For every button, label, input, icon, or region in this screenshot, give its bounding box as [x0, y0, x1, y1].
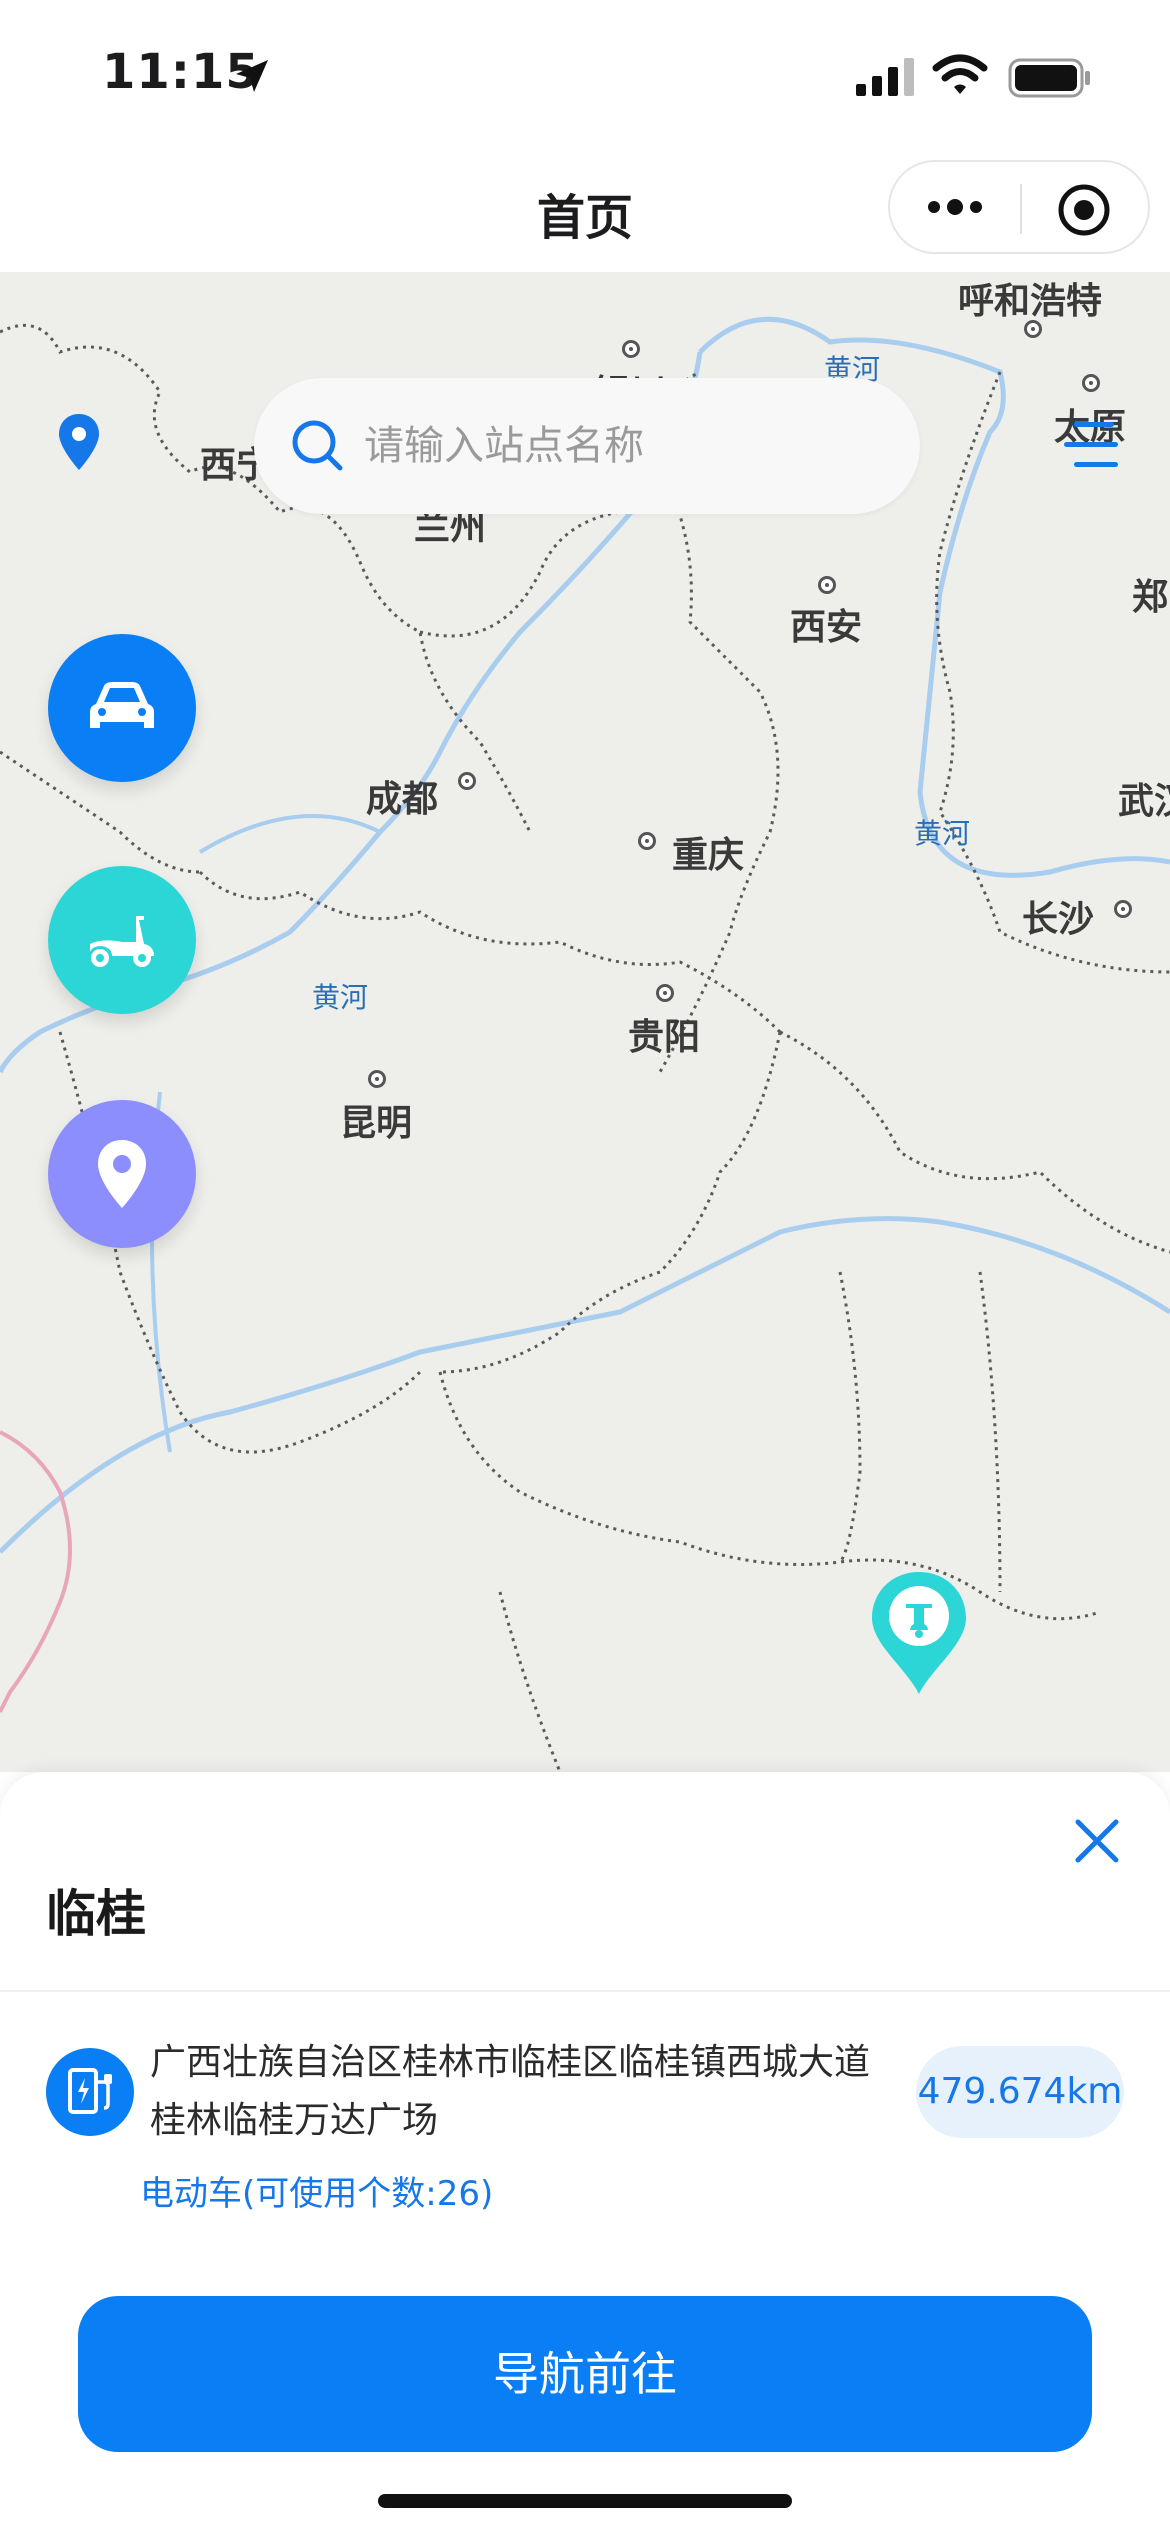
more-icon[interactable] [924, 182, 986, 232]
sheet-divider [0, 1990, 1170, 1992]
cellular-signal-icon [856, 58, 914, 96]
station-address: 广西壮族自治区桂林市临桂区临桂镇西城大道桂林临桂万达广场 [150, 2042, 871, 2141]
car-filter-button[interactable] [48, 634, 196, 782]
city-label: 贵阳 [628, 1017, 701, 1058]
battery-icon [1008, 58, 1090, 98]
city-label: 重庆 [672, 835, 745, 876]
search-icon [292, 420, 343, 471]
city-dot [1024, 320, 1042, 338]
navigate-button[interactable]: 导航前往 [78, 2296, 1092, 2452]
station-marker-icon[interactable] [866, 1568, 972, 1698]
charging-station-badge [46, 2048, 134, 2136]
search-input[interactable] [364, 414, 884, 478]
wifi-icon [932, 54, 988, 94]
station-title: 临桂 [46, 1885, 146, 1943]
menu-icon[interactable] [1060, 418, 1122, 472]
charging-station-icon [68, 2068, 112, 2114]
car-icon [90, 682, 154, 728]
city-label: 昆明 [340, 1103, 413, 1144]
location-pin-icon [98, 1140, 146, 1208]
city-label: 呼和浩特 [958, 281, 1103, 322]
city-label: 成都 [366, 779, 439, 820]
river-label: 黄河 [914, 817, 971, 850]
search-bar[interactable] [254, 378, 920, 514]
city-dot [1082, 374, 1100, 392]
river-label: 黄河 [312, 981, 369, 1014]
city-dot [368, 1070, 386, 1088]
mini-program-capsule [888, 160, 1150, 254]
close-icon[interactable] [1070, 1814, 1124, 1868]
station-detail-sheet: 临桂 广西壮族自治区桂林市临桂区临桂镇西城大道桂林临桂万达广场 电动车(可使用个… [0, 1772, 1170, 2532]
city-dot [656, 984, 674, 1002]
vehicle-availability: 电动车(可使用个数:26) [140, 2174, 494, 2214]
distance-badge: 479.674km [916, 2046, 1124, 2138]
city-label: 西安 [790, 607, 863, 648]
city-label: 长沙 [1022, 899, 1095, 940]
city-dot [458, 772, 476, 790]
my-location-pin-icon[interactable] [56, 412, 102, 474]
location-arrow-icon [236, 60, 268, 92]
city-dot [622, 340, 640, 358]
status-bar: 11:15 [0, 0, 1170, 150]
close-program-icon[interactable] [1056, 182, 1112, 238]
home-indicator [378, 2494, 792, 2508]
scooter-icon [90, 916, 154, 967]
capsule-divider [1020, 184, 1022, 234]
scooter-filter-button[interactable] [48, 866, 196, 1014]
city-label: 郑 [1132, 577, 1169, 618]
city-dot [1114, 900, 1132, 918]
location-filter-button[interactable] [48, 1100, 196, 1248]
city-dot [818, 576, 836, 594]
city-dot [638, 832, 656, 850]
nav-bar: 首页 [0, 150, 1170, 272]
city-label: 武汉 [1118, 781, 1170, 822]
